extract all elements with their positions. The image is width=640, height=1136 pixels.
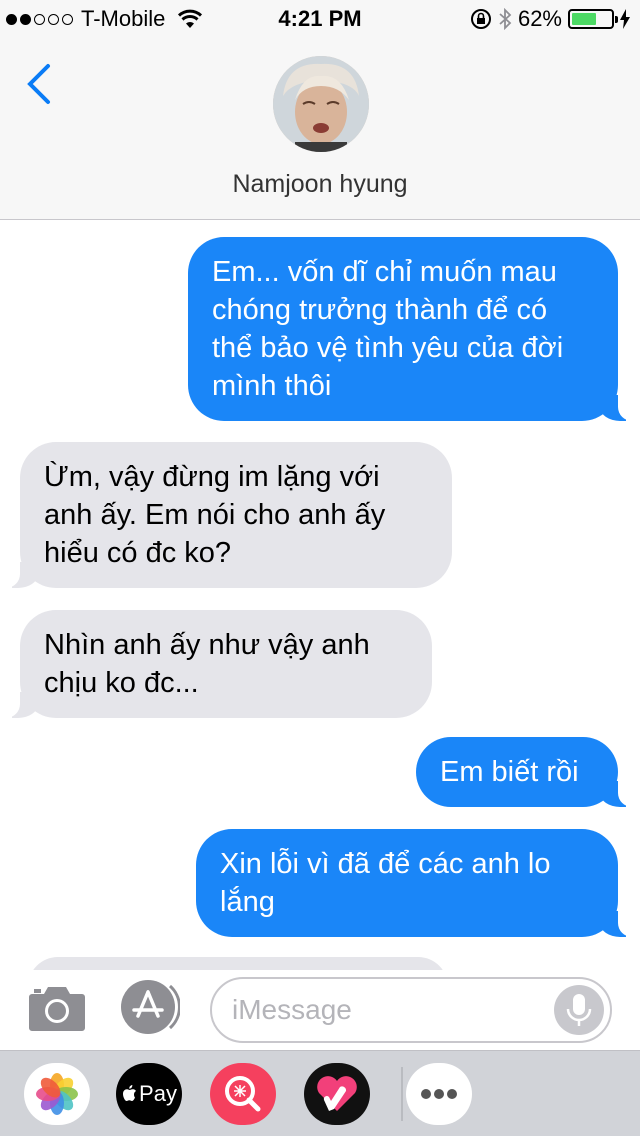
image-search-icon [225, 1076, 261, 1112]
message-bubble-partial[interactable] [28, 957, 448, 971]
message-field[interactable] [210, 977, 612, 1043]
charging-icon [620, 9, 630, 29]
back-button[interactable] [22, 62, 62, 106]
app-drawer: Pay [0, 1050, 640, 1136]
status-bar: T-Mobile 4:21 PM 62% [0, 0, 640, 40]
battery-percent: 62% [517, 6, 562, 31]
battery-icon [568, 9, 618, 29]
message-text: Em... vốn dĩ chỉ muốn mau chóng trưởng t… [212, 256, 564, 402]
app-store-icon [121, 980, 181, 1034]
dictation-button[interactable] [554, 985, 604, 1035]
apple-pay-app-button[interactable]: Pay [116, 1063, 182, 1125]
image-search-app-button[interactable] [210, 1063, 276, 1125]
imessage-input[interactable] [232, 979, 552, 1041]
status-right: 62% [470, 6, 630, 32]
message-text: Nhìn anh ấy như vậy anh chịu ko đc... [44, 629, 370, 699]
contact-photo [273, 56, 369, 152]
camera-icon [29, 987, 85, 1031]
message-text: Ừm, vậy đừng im lặng với anh ấy. Em nói … [44, 461, 386, 569]
message-bubble-sent[interactable]: Em... vốn dĩ chỉ muốn mau chóng trưởng t… [188, 237, 638, 421]
app-store-button[interactable] [118, 980, 181, 1034]
conversation-header: Namjoon hyung [0, 40, 640, 220]
input-bar [0, 970, 640, 1050]
camera-button[interactable] [28, 982, 86, 1032]
message-bubble-received[interactable]: Ừm, vậy đừng im lặng với anh ấy. Em nói … [0, 442, 452, 588]
photos-app-button[interactable] [24, 1063, 90, 1125]
more-icon [421, 1089, 457, 1099]
message-bubble-sent[interactable]: Xin lỗi vì đã để các anh lo lắng [196, 829, 638, 937]
chevron-left-icon [27, 64, 50, 104]
digital-touch-icon [317, 1076, 357, 1111]
message-text: Em biết rồi [440, 756, 579, 788]
apple-logo-icon [123, 1085, 137, 1101]
contact-name[interactable]: Namjoon hyung [0, 170, 640, 199]
photos-icon [36, 1073, 78, 1115]
microphone-icon [566, 994, 592, 1026]
drawer-divider [401, 1067, 403, 1121]
message-bubble-sent[interactable]: Em biết rồi [416, 737, 638, 807]
orientation-lock-icon [470, 9, 491, 29]
battery-level [572, 13, 596, 25]
contact-avatar[interactable] [273, 56, 369, 152]
more-apps-button[interactable] [406, 1063, 472, 1125]
message-thread[interactable]: Em... vốn dĩ chỉ muốn mau chóng trưởng t… [0, 221, 640, 971]
message-text: Xin lỗi vì đã để các anh lo lắng [220, 848, 551, 918]
message-bubble-received[interactable]: Nhìn anh ấy như vậy anh chịu ko đc... [0, 610, 432, 718]
apple-pay-label: Pay [139, 1081, 177, 1106]
bluetooth-icon [499, 8, 512, 30]
digital-touch-app-button[interactable] [304, 1063, 370, 1125]
